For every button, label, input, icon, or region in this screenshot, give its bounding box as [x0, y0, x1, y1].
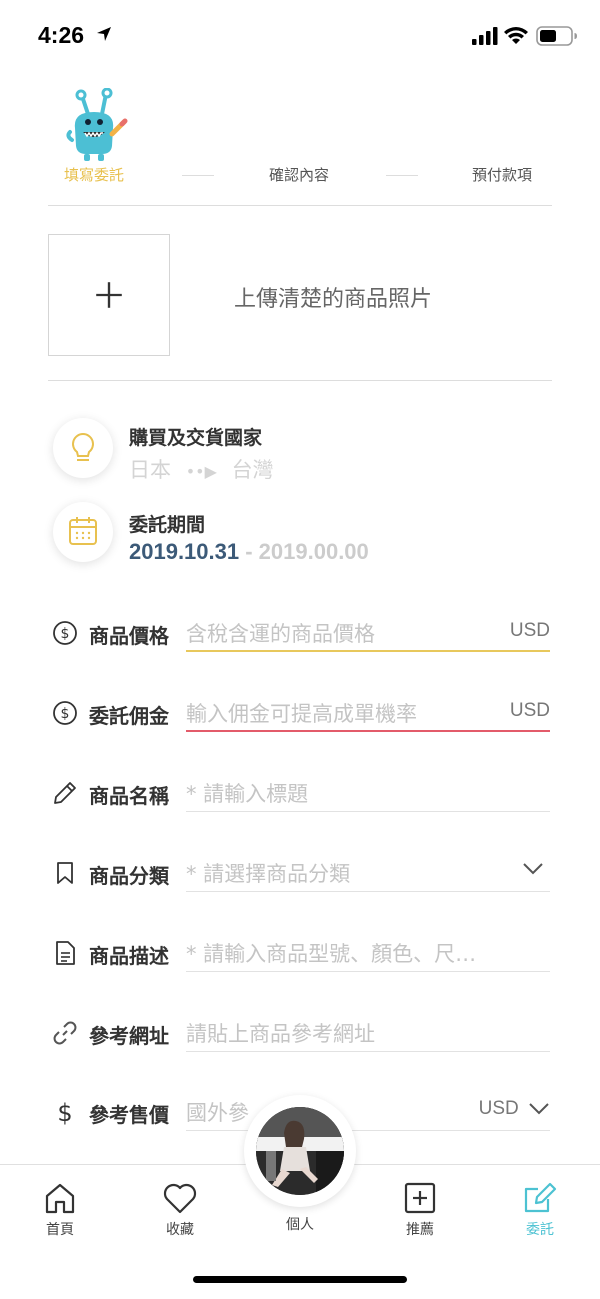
- cellular-signal-icon: [472, 27, 498, 45]
- link-icon: [53, 1021, 77, 1045]
- price-label: 商品價格: [89, 624, 169, 648]
- dollar-circle-icon: $: [53, 621, 77, 645]
- price-unit: USD: [509, 620, 550, 641]
- name-label: 商品名稱: [89, 784, 169, 808]
- tab-home[interactable]: 首頁: [20, 1181, 100, 1239]
- divider: [48, 205, 552, 206]
- period-icon-badge: [53, 502, 113, 562]
- price-placeholder: 含稅含運的商品價格: [186, 622, 375, 646]
- pencil-icon: [54, 782, 76, 804]
- tab-profile-label: 個人: [286, 1217, 314, 1233]
- tab-recommend[interactable]: 推薦: [380, 1181, 460, 1239]
- edit-icon: [524, 1182, 557, 1213]
- bookmark-icon: [57, 862, 73, 884]
- profile-avatar: [256, 1107, 344, 1195]
- chevron-down-icon: [523, 863, 543, 875]
- status-bar: 4:26: [0, 0, 600, 72]
- step-fill-request: 填寫委託: [64, 166, 125, 184]
- lightbulb-icon: [72, 432, 94, 461]
- svg-text:$: $: [57, 1099, 72, 1125]
- dollar-icon: $: [57, 1099, 72, 1125]
- plus-icon: [96, 282, 122, 308]
- wifi-icon: [504, 27, 528, 44]
- step-divider: [386, 175, 418, 176]
- tab-home-label: 首頁: [46, 1222, 74, 1238]
- divider: [48, 380, 552, 381]
- country-route[interactable]: 日本 ••▶ 台灣: [129, 454, 274, 484]
- tab-favorites-label: 收藏: [166, 1222, 194, 1238]
- period-end: 2019.00.00: [258, 539, 369, 564]
- tab-profile[interactable]: [244, 1095, 356, 1207]
- home-indicator: [193, 1276, 407, 1283]
- svg-text:$: $: [61, 706, 70, 722]
- country-icon-badge: [53, 418, 113, 478]
- category-select[interactable]: * 請選擇商品分類: [186, 856, 550, 892]
- plus-square-icon: [404, 1182, 436, 1214]
- period-start: 2019.10.31: [129, 539, 240, 564]
- url-placeholder: 請貼上商品參考網址: [186, 1022, 375, 1046]
- battery-icon: [536, 26, 577, 46]
- period-range[interactable]: 2019.10.31 - 2019.00.00: [129, 539, 369, 565]
- tab-recommend-label: 推薦: [406, 1222, 434, 1238]
- step-divider: [182, 175, 214, 176]
- heart-icon: [163, 1183, 197, 1214]
- commission-placeholder: 輸入佣金可提高成單機率: [186, 702, 417, 726]
- ref-price-placeholder: 國外參: [186, 1101, 249, 1125]
- tab-commission-label: 委託: [526, 1222, 554, 1238]
- upload-photo-button[interactable]: [48, 234, 170, 356]
- description-input[interactable]: * 請輸入商品型號、顏色、尺…: [186, 936, 550, 972]
- step-confirm: 確認內容: [269, 166, 330, 184]
- tab-favorites[interactable]: 收藏: [140, 1181, 220, 1239]
- description-label: 商品描述: [89, 944, 169, 968]
- period-separator: -: [239, 539, 259, 564]
- route-arrow-icon: ••▶: [185, 462, 217, 481]
- tab-commission[interactable]: 委託: [500, 1181, 580, 1239]
- name-placeholder: * 請輸入標題: [186, 782, 309, 806]
- commission-input[interactable]: 輸入佣金可提高成單機率 USD: [186, 696, 550, 732]
- mascot-logo: [66, 88, 128, 161]
- document-icon: [56, 941, 75, 965]
- chevron-down-icon: [529, 1103, 549, 1115]
- commission-unit: USD: [509, 700, 550, 721]
- category-placeholder: * 請選擇商品分類: [186, 862, 351, 886]
- location-arrow-icon: [97, 27, 111, 41]
- price-input[interactable]: 含稅含運的商品價格 USD: [186, 616, 550, 652]
- ref-price-unit-select[interactable]: USD: [479, 1098, 550, 1120]
- period-title: 委託期間: [129, 514, 206, 536]
- status-time: 4:26: [38, 22, 85, 48]
- ref-price-input[interactable]: 國外參 USD: [186, 1095, 550, 1131]
- step-prepay: 預付款項: [472, 166, 533, 184]
- country-to: 台灣: [231, 458, 274, 482]
- home-icon: [45, 1183, 75, 1214]
- dollar-circle-icon: $: [53, 701, 77, 725]
- commission-label: 委託佣金: [89, 704, 169, 728]
- upload-photo-label: 上傳清楚的商品照片: [234, 287, 433, 312]
- ref-price-unit: USD: [478, 1098, 519, 1119]
- country-from: 日本: [129, 458, 171, 482]
- country-title: 購買及交貨國家: [129, 427, 263, 449]
- progress-steps: 填寫委託 確認內容 預付款項: [48, 164, 552, 188]
- description-placeholder: * 請輸入商品型號、顏色、尺…: [186, 942, 477, 966]
- url-input[interactable]: 請貼上商品參考網址: [186, 1016, 550, 1052]
- name-input[interactable]: * 請輸入標題: [186, 776, 550, 812]
- category-label: 商品分類: [89, 864, 169, 888]
- ref-price-label: 參考售價: [89, 1103, 169, 1127]
- calendar-icon: [69, 517, 97, 545]
- url-label: 參考網址: [89, 1024, 169, 1048]
- svg-text:$: $: [61, 626, 70, 642]
